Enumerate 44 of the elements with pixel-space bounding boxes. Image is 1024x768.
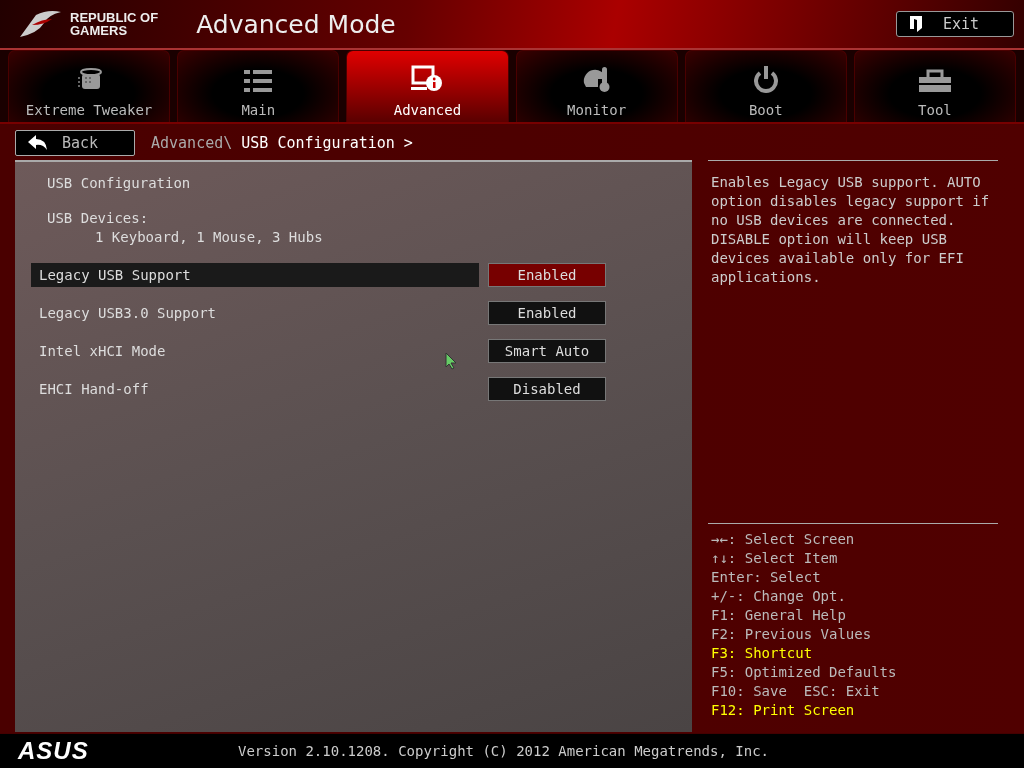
info-label: USB Devices: (47, 209, 150, 228)
brand-text: REPUBLIC OF (70, 11, 159, 24)
toolbox-icon (918, 69, 951, 93)
setting-label[interactable]: Intel xHCI Mode (31, 339, 479, 363)
key-hint: F1: General Help (711, 606, 847, 625)
logo-text: ASUS (18, 736, 90, 765)
key-hint: F12: Print Screen (711, 701, 856, 720)
section-title: USB Configuration (47, 174, 192, 193)
mouse-cursor-icon (445, 352, 457, 370)
tab[interactable]: Monitor (515, 50, 678, 122)
info-value: 1 Keyboard, 1 Mouse, 3 Hubs (94, 228, 324, 247)
door-icon (909, 15, 923, 33)
tab[interactable]: Boot (684, 50, 847, 122)
back-button[interactable]: Back (15, 130, 135, 156)
breadcrumb: Advanced\ USB Configuration > (151, 134, 413, 152)
key-hint: F3: Shortcut (711, 644, 814, 663)
setting-label[interactable]: Legacy USB3.0 Support (31, 301, 479, 325)
version-text: Version 2.10.1208. Copyright (C) 2012 American Megatrends, Inc. (238, 742, 769, 759)
setting-value[interactable]: Enabled (488, 263, 606, 287)
key-hint: →←: Select Screen (711, 530, 856, 549)
brand-text: GAMERS (70, 24, 129, 37)
key-hint: Enter: Select (711, 568, 822, 587)
key-hint: F10: Save ESC: Exit (711, 682, 881, 701)
tab[interactable]: Tool (853, 50, 1017, 122)
setting-label[interactable]: Legacy USB Support (31, 263, 479, 287)
key-hint: F2: Previous Values (711, 625, 873, 644)
power-icon (752, 65, 779, 93)
setting-value[interactable]: Smart Auto (488, 339, 606, 363)
tab[interactable]: Main (177, 50, 340, 122)
setting-value[interactable]: Enabled (488, 301, 606, 325)
back-arrow-icon (28, 135, 48, 151)
screen-info-icon (411, 65, 444, 93)
window-title: Advanced Mode (196, 9, 397, 39)
exit-button[interactable]: Exit (896, 11, 1014, 37)
setting-label[interactable]: EHCI Hand-off (31, 377, 479, 401)
key-hint: +/-: Change Opt. (711, 587, 847, 606)
key-hint: F5: Optimized Defaults (711, 663, 898, 682)
setting-value[interactable]: Disabled (488, 377, 606, 401)
list-icon (244, 69, 273, 93)
key-hint: ↑↓: Select Item (711, 549, 839, 568)
tab[interactable]: Advanced (346, 50, 509, 122)
help-text: Enables Legacy USB support. AUTO option disables legacy support if no USB devices are connected. DISABLE option will keep USB devices available only for EFI applications. (710, 173, 991, 287)
tab[interactable]: Extreme Tweaker (8, 50, 171, 122)
gauge-thermometer-icon (581, 65, 612, 93)
